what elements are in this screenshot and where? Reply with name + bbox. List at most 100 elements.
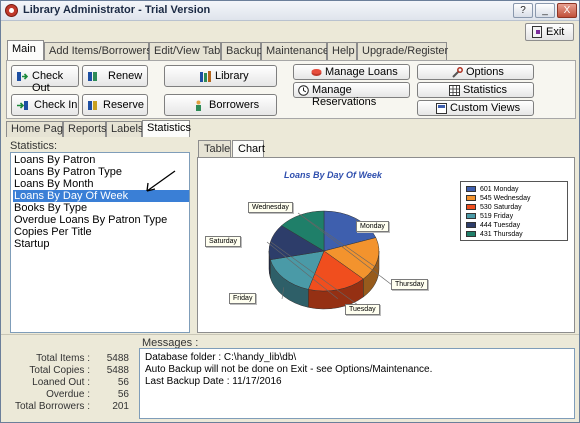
total-row: Total Items : 5488 — [7, 353, 135, 365]
statistics-label: Statistics — [463, 84, 508, 96]
list-item[interactable]: Startup — [13, 238, 189, 250]
tab-maintenance[interactable]: Maintenance — [261, 42, 329, 60]
check-out-label: Check Out — [32, 70, 64, 94]
legend-label: 519 Friday — [480, 213, 514, 220]
statistics-list-label: Statistics: — [10, 140, 58, 152]
library-button[interactable]: Library — [164, 65, 277, 87]
help-window-button[interactable]: ? — [513, 3, 533, 18]
custom-views-button[interactable]: Custom Views — [417, 100, 534, 116]
messages-box[interactable]: Database folder : C:\handy_lib\db\ Auto … — [139, 348, 575, 419]
message-line: Last Backup Date : 11/17/2016 — [145, 376, 282, 387]
tab-statistics[interactable]: Statistics — [142, 120, 191, 137]
tab-edit-view-table[interactable]: Edit/View Table — [149, 42, 229, 60]
tab-home-page[interactable]: Home Page — [6, 121, 69, 137]
legend-label: 431 Thursday — [480, 231, 523, 238]
slice-label-saturday: Saturday — [205, 236, 242, 247]
total-label: Total Items : — [36, 353, 90, 364]
tab-add-items-borrowers[interactable]: Add Items/Borrowers — [44, 42, 152, 60]
total-value: 201 — [112, 401, 129, 412]
total-label: Loaned Out : — [32, 377, 90, 388]
custom-views-label: Custom Views — [450, 102, 521, 114]
message-line: Auto Backup will not be done on Exit - s… — [145, 364, 433, 375]
legend-item: 444 Tuesday — [466, 221, 520, 230]
legend-item: 545 Wednesday — [466, 194, 530, 203]
minimize-button[interactable]: _ — [535, 3, 555, 18]
manage-loans-icon — [311, 69, 322, 76]
window-title: Library Administrator - Trial Version — [23, 4, 211, 16]
reserve-button[interactable]: Reserve — [82, 94, 148, 116]
app-window: Library Administrator - Trial Version ? … — [0, 0, 580, 423]
legend-item: 530 Saturday — [466, 203, 522, 212]
tab-main[interactable]: Main — [7, 40, 44, 60]
tab-chart[interactable]: Chart — [232, 140, 265, 157]
total-label: Total Copies : — [29, 365, 90, 376]
total-row: Total Borrowers : 201 — [7, 401, 135, 413]
check-in-button[interactable]: Check In — [11, 94, 79, 116]
total-label: Total Borrowers : — [14, 401, 90, 412]
close-window-button[interactable]: X — [557, 3, 577, 18]
title-bar: Library Administrator - Trial Version ? … — [1, 1, 579, 21]
slice-label-monday: Monday — [356, 221, 389, 232]
legend-label: 530 Saturday — [480, 204, 522, 211]
legend-swatch — [466, 195, 476, 201]
legend-swatch — [466, 222, 476, 228]
library-label: Library — [215, 70, 249, 82]
statistics-grid-icon — [449, 85, 460, 96]
total-label: Overdue : — [46, 389, 90, 400]
legend-item: 519 Friday — [466, 212, 513, 221]
list-item[interactable]: Loans By Patron — [13, 154, 189, 166]
options-button[interactable]: Options — [417, 64, 534, 80]
list-item[interactable]: Copies Per Title — [13, 226, 189, 238]
slice-label-wednesday: Wednesday — [248, 202, 293, 213]
check-in-label: Check In — [34, 99, 78, 111]
total-row: Total Copies : 5488 — [7, 365, 135, 377]
check-in-icon — [17, 101, 28, 110]
borrower-person-icon — [196, 100, 201, 111]
check-out-button[interactable]: Check Out — [11, 65, 79, 94]
pointer-arrow-icon — [146, 170, 176, 192]
total-value: 56 — [117, 377, 129, 388]
legend-swatch — [466, 204, 476, 210]
tab-table[interactable]: Table — [198, 140, 231, 157]
renew-button[interactable]: Renew — [82, 65, 148, 87]
reserve-label: Reserve — [103, 99, 144, 111]
list-item[interactable]: Overdue Loans By Patron Type — [13, 214, 189, 226]
exit-button[interactable]: Exit — [525, 23, 574, 41]
exit-door-icon — [532, 26, 542, 38]
slice-label-thursday: Thursday — [391, 279, 429, 290]
total-value: 5488 — [106, 353, 129, 364]
tab-labels[interactable]: Labels — [106, 121, 143, 137]
list-item[interactable]: Books By Type — [13, 202, 189, 214]
manage-reservations-label: Manage Reservations — [312, 84, 377, 108]
manage-loans-button[interactable]: Manage Loans — [293, 64, 410, 80]
check-out-icon — [17, 72, 28, 81]
renew-label: Renew — [108, 70, 143, 82]
tab-upgrade-register[interactable]: Upgrade/Register — [357, 42, 448, 60]
totals-panel: Total Items : 5488 Total Copies : 5488 Loa… — [7, 353, 135, 417]
main-toolbar-panel: Check Out Check In Renew Reserve Library… — [6, 60, 576, 119]
legend-swatch — [466, 186, 476, 192]
library-books-icon — [200, 71, 211, 82]
slice-label-friday: Friday — [229, 293, 257, 304]
tab-help[interactable]: Help — [327, 42, 357, 60]
legend-swatch — [466, 231, 476, 237]
clock-icon — [298, 85, 309, 96]
total-row: Loaned Out : 56 — [7, 377, 135, 389]
statistics-button[interactable]: Statistics — [417, 82, 534, 98]
manage-loans-label: Manage Loans — [325, 66, 398, 78]
legend-item: 431 Thursday — [466, 230, 523, 239]
exit-button-label: Exit — [546, 26, 565, 38]
message-line: Database folder : C:\handy_lib\db\ — [145, 352, 297, 363]
slice-label-tuesday: Tuesday — [345, 304, 380, 315]
app-icon — [5, 4, 18, 17]
tab-backup[interactable]: Backup — [221, 42, 263, 60]
manage-reservations-button[interactable]: Manage Reservations — [293, 82, 410, 108]
reserve-icon — [88, 101, 97, 110]
tab-reports[interactable]: Reports — [63, 121, 107, 137]
chart-panel: Loans By Day Of Week 601 Monday 545 Wedn… — [197, 157, 575, 333]
borrowers-button[interactable]: Borrowers — [164, 94, 277, 116]
legend-swatch — [466, 213, 476, 219]
legend-label: 444 Tuesday — [480, 222, 521, 229]
custom-views-icon — [436, 103, 447, 114]
options-label: Options — [466, 66, 504, 78]
